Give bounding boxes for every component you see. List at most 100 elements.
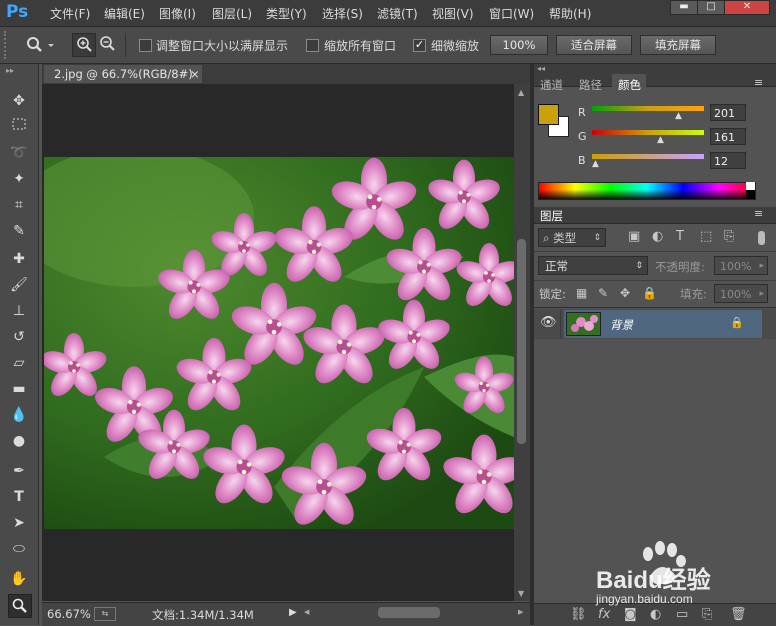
vertical-scroll-thumb[interactable] xyxy=(517,239,526,444)
status-menu-arrow-icon[interactable]: ▶ xyxy=(289,607,297,618)
panel-menu-icon[interactable]: ≡ xyxy=(754,76,763,89)
color-spectrum-ramp[interactable] xyxy=(538,182,756,200)
panel-collapse-icon[interactable]: ◂◂ xyxy=(537,64,545,73)
opacity-field[interactable]: 100% ▸ xyxy=(714,256,768,275)
blur-tool-icon[interactable]: 💧 xyxy=(8,404,30,426)
eraser-icon[interactable]: ▱ xyxy=(8,352,30,374)
menu-file[interactable]: 文件(F) xyxy=(50,5,90,22)
lasso-tool-icon[interactable]: ➰ xyxy=(8,142,30,164)
close-window-button[interactable]: ✕ xyxy=(724,0,770,15)
filter-pixel-icon[interactable]: ▣ xyxy=(628,229,640,244)
menu-window[interactable]: 窗口(W) xyxy=(489,5,534,22)
zoom-out-icon[interactable] xyxy=(96,33,118,55)
menu-select[interactable]: 选择(S) xyxy=(322,5,363,22)
zoom-level[interactable]: 66.67% xyxy=(47,607,91,621)
panel-collapse-icon[interactable]: ▸▸ xyxy=(6,66,14,75)
lock-transparent-icon[interactable]: ▦ xyxy=(576,286,587,300)
horizontal-scroll-thumb[interactable] xyxy=(378,607,440,618)
r-slider-track[interactable] xyxy=(592,106,704,111)
b-slider-handle[interactable]: ▲ xyxy=(592,159,599,169)
magic-wand-icon[interactable]: ✦ xyxy=(8,168,30,190)
zoom-in-icon[interactable] xyxy=(72,33,96,57)
layer-visibility-toggle[interactable]: 👁 xyxy=(534,309,561,339)
vertical-scrollbar[interactable]: ▲ ▼ xyxy=(514,84,530,601)
layers-menu-icon[interactable]: ≡ xyxy=(754,207,763,220)
layer-name[interactable]: 背景 xyxy=(610,317,633,333)
close-tab-icon[interactable]: × xyxy=(190,65,200,83)
filter-toggle-switch[interactable] xyxy=(758,231,765,245)
lock-pixels-icon[interactable]: ✎ xyxy=(598,286,608,300)
type-tool-icon[interactable]: T xyxy=(8,486,30,508)
menu-filter[interactable]: 滤镜(T) xyxy=(377,5,418,22)
maximize-button[interactable]: □ xyxy=(697,0,725,15)
scroll-left-icon[interactable]: ◀ xyxy=(304,608,309,616)
menu-edit[interactable]: 编辑(E) xyxy=(104,5,145,22)
ellipse-tool-icon[interactable]: ⬭ xyxy=(8,538,30,560)
zoom-tool-icon[interactable] xyxy=(8,594,32,618)
color-panel: ◂◂ 通道 路径 颜色 ≡ R ▲ 201 G ▲ 161 B ▲ 12 xyxy=(534,64,776,207)
layer-filter-select[interactable]: ⌕ 类型 ⇕ xyxy=(538,228,606,247)
status-preview-icon[interactable]: ⇆ xyxy=(94,607,116,621)
b-value-field[interactable]: 12 xyxy=(710,152,746,169)
r-value-field[interactable]: 201 xyxy=(710,104,746,121)
menu-view[interactable]: 视图(V) xyxy=(432,5,474,22)
path-select-icon[interactable]: ➤ xyxy=(8,512,30,534)
marquee-tool-icon[interactable] xyxy=(8,116,30,138)
pen-tool-icon[interactable]: ✒ xyxy=(8,460,30,482)
lock-position-icon[interactable]: ✥ xyxy=(620,286,630,300)
brush-tool-icon[interactable]: 🖌 xyxy=(8,274,30,296)
spectrum-black-swatch[interactable] xyxy=(746,190,755,199)
eyedropper-icon[interactable]: ✎ xyxy=(8,220,30,242)
layers-panel-title[interactable]: 图层 xyxy=(540,208,563,224)
blend-mode-select[interactable]: 正常 ⇕ xyxy=(538,256,648,275)
g-slider-handle[interactable]: ▲ xyxy=(657,135,664,145)
scroll-down-icon[interactable]: ▼ xyxy=(518,589,524,598)
link-layers-icon[interactable]: ⛓ xyxy=(570,607,587,622)
fill-screen-button[interactable]: 填充屏幕 xyxy=(640,35,716,55)
clone-stamp-icon[interactable]: ⊥ xyxy=(8,300,30,322)
document-tab[interactable]: 2.jpg @ 66.7%(RGB/8#) × xyxy=(44,65,202,83)
g-slider-track[interactable] xyxy=(592,130,704,135)
minimize-button[interactable]: ▬ xyxy=(670,0,698,15)
menu-bar: Ps 文件(F) 编辑(E) 图像(I) 图层(L) 类型(Y) 选择(S) 滤… xyxy=(0,0,776,27)
filter-type-icon[interactable]: T xyxy=(676,229,684,244)
foreground-color-swatch[interactable] xyxy=(538,104,559,125)
layer-row[interactable]: 👁 背景 🔒 xyxy=(534,309,776,339)
document-image[interactable] xyxy=(44,157,514,529)
lock-all-icon[interactable]: 🔒 xyxy=(642,286,657,300)
options-grip[interactable] xyxy=(4,31,9,59)
filter-shape-icon[interactable]: ⬚ xyxy=(700,229,712,244)
actual-pixels-button[interactable]: 100% xyxy=(490,35,548,55)
layers-divider xyxy=(534,251,776,252)
tab-color[interactable]: 颜色 xyxy=(618,77,641,93)
scroll-up-icon[interactable]: ▲ xyxy=(518,88,524,97)
layers-divider xyxy=(534,280,776,281)
filter-adjustment-icon[interactable]: ◐ xyxy=(652,229,663,244)
menu-type[interactable]: 类型(Y) xyxy=(266,5,307,22)
healing-brush-icon[interactable]: ✚ xyxy=(8,248,30,270)
r-slider-handle[interactable]: ▲ xyxy=(675,111,682,121)
menu-image[interactable]: 图像(I) xyxy=(159,5,196,22)
filter-smart-object-icon[interactable]: ⎘ xyxy=(724,229,734,244)
scroll-right-icon[interactable]: ▶ xyxy=(518,608,523,616)
fit-window-checkbox[interactable] xyxy=(139,39,152,52)
layer-thumbnail[interactable] xyxy=(566,312,601,336)
move-tool-icon[interactable]: ✥ xyxy=(8,90,30,112)
menu-help[interactable]: 帮助(H) xyxy=(549,5,591,22)
hand-tool-icon[interactable]: ✋ xyxy=(8,568,30,590)
gradient-tool-icon[interactable]: ▬ xyxy=(8,378,30,400)
tab-paths[interactable]: 路径 xyxy=(579,77,602,93)
spectrum-white-swatch[interactable] xyxy=(746,182,755,190)
scrubby-zoom-checkbox[interactable]: ✓ xyxy=(413,39,426,52)
menu-layer[interactable]: 图层(L) xyxy=(212,5,252,22)
b-slider-track[interactable] xyxy=(592,154,704,159)
fit-screen-button[interactable]: 适合屏幕 xyxy=(556,35,632,55)
fill-field[interactable]: 100% ▸ xyxy=(714,284,768,303)
crop-tool-icon[interactable]: ⌗ xyxy=(8,194,30,216)
zoom-all-checkbox[interactable] xyxy=(306,39,319,52)
history-brush-icon[interactable]: ↺ xyxy=(8,326,30,348)
dodge-tool-icon[interactable]: ● xyxy=(8,430,30,452)
g-value-field[interactable]: 161 xyxy=(710,128,746,145)
tab-channels[interactable]: 通道 xyxy=(540,77,563,93)
zoom-tool-preset-icon[interactable] xyxy=(24,35,54,58)
